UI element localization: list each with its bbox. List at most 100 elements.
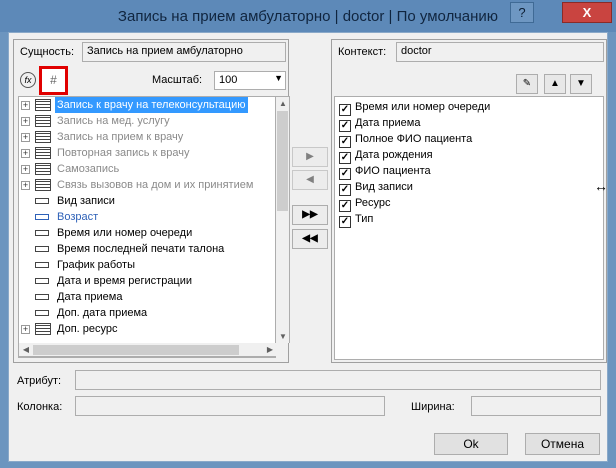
entity-icon (35, 163, 51, 175)
expand-icon[interactable]: + (21, 133, 30, 142)
column-field[interactable] (75, 396, 385, 416)
column-list-item[interactable]: ✓ Дата рождения (339, 147, 433, 164)
expand-icon[interactable]: + (21, 325, 30, 334)
attribute-icon (35, 198, 49, 204)
column-item-label: Дата рождения (355, 149, 433, 161)
tree-row-label: Вид записи (57, 195, 115, 207)
tree-horizontal-scrollbar[interactable]: ◀ ▶ (18, 343, 276, 357)
help-button[interactable]: ? (510, 2, 534, 23)
tree-row[interactable]: Возраст (19, 209, 275, 225)
column-list-item[interactable]: ✓ Полное ФИО пациента (339, 131, 473, 148)
attribute-label: Атрибут: (17, 375, 62, 387)
column-item-label: Время или номер очереди (355, 101, 491, 113)
attribute-field[interactable] (75, 370, 601, 390)
expand-icon[interactable]: + (21, 181, 30, 190)
column-item-label: ФИО пациента (355, 165, 431, 177)
context-panel: Контекст: doctor ✎ ▲ ▼ ✓ Время или номер … (331, 39, 607, 363)
tree-row-label: Самозапись (57, 163, 120, 175)
tree-row[interactable]: Вид записи (19, 193, 275, 209)
dialog-body: Сущность: Запись на прием амбулаторно fx… (8, 32, 608, 462)
expand-icon[interactable]: + (21, 165, 30, 174)
entity-icon (35, 131, 51, 143)
entity-icon (35, 147, 51, 159)
expand-icon[interactable]: + (21, 101, 30, 110)
scroll-up-icon[interactable]: ▲ (276, 97, 290, 111)
tree-row-label: Запись на мед. услугу (57, 115, 170, 127)
tree-row[interactable]: График работы (19, 257, 275, 273)
tree-row[interactable]: + Связь вызовов на дом и их принятием (19, 177, 275, 193)
mouse-cursor-icon: ↔ (594, 178, 608, 194)
tree-row[interactable]: Доп. дата приема (19, 305, 275, 321)
ok-button[interactable]: Ok (434, 433, 508, 455)
context-label: Контекст: (338, 46, 387, 58)
move-all-right-button[interactable]: ▶▶ (292, 205, 328, 225)
column-list-item[interactable]: ✓ Тип (339, 211, 373, 228)
width-field[interactable] (471, 396, 601, 416)
expand-icon[interactable]: + (21, 117, 30, 126)
attribute-icon (35, 278, 49, 284)
attribute-icon (35, 262, 49, 268)
attribute-icon (35, 310, 49, 316)
tree-row-label: Время последней печати талона (57, 243, 225, 255)
attribute-icon (35, 230, 49, 236)
column-list-item[interactable]: ✓ Дата приема (339, 115, 421, 132)
tree-row[interactable]: + Повторная запись к врачу (19, 145, 275, 161)
tree-row-label: Дата приема (57, 291, 123, 303)
tree-row-label: Запись на прием к врачу (57, 131, 184, 143)
tree-row[interactable]: Дата и время регистрации (19, 273, 275, 289)
tree-vertical-scrollbar[interactable]: ▲ ▼ (276, 96, 290, 343)
column-list-item[interactable]: ✓ Ресурс (339, 195, 390, 212)
move-down-button[interactable]: ▼ (570, 74, 592, 94)
tree-row-label: Дата и время регистрации (57, 275, 193, 287)
entity-panel: Сущность: Запись на прием амбулаторно fx… (13, 39, 290, 363)
vertical-scroll-thumb[interactable] (277, 111, 288, 211)
entity-tree[interactable]: + Запись к врачу на телеконсультацию + Запи… (18, 96, 276, 358)
column-item-label: Дата приема (355, 117, 421, 129)
column-item-label: Полное ФИО пациента (355, 133, 473, 145)
tree-row[interactable]: Время или номер очереди (19, 225, 275, 241)
tree-row[interactable]: Дата приема (19, 289, 275, 305)
column-list[interactable]: ✓ Время или номер очереди ✓ Дата приема ✓ Пол… (334, 96, 604, 360)
attribute-icon (35, 214, 49, 220)
attribute-icon (35, 294, 49, 300)
function-icon[interactable]: fx (20, 72, 36, 88)
move-up-button[interactable]: ▲ (544, 74, 566, 94)
entity-icon (35, 179, 51, 191)
grid-toggle-button[interactable]: # (39, 66, 68, 95)
tree-row-label: Запись к врачу на телеконсультацию (55, 97, 248, 113)
entity-label: Сущность: (20, 46, 75, 58)
column-list-item[interactable]: ✓ Вид записи (339, 179, 413, 196)
tree-row[interactable]: + Запись на мед. услугу (19, 113, 275, 129)
dialog-window: Запись на прием амбулаторно | doctor | П… (0, 0, 616, 468)
tree-row-label: График работы (57, 259, 135, 271)
move-left-button[interactable]: ◀ (292, 170, 328, 190)
tree-row-label: Доп. ресурс (57, 323, 118, 335)
expand-icon[interactable]: + (21, 149, 30, 158)
move-all-left-button[interactable]: ◀◀ (292, 229, 328, 249)
column-list-item[interactable]: ✓ ФИО пациента (339, 163, 431, 180)
horizontal-scroll-thumb[interactable] (33, 345, 239, 355)
tree-row[interactable]: Время последней печати талона (19, 241, 275, 257)
tree-row[interactable]: + Запись к врачу на телеконсультацию (19, 97, 275, 113)
scroll-left-icon[interactable]: ◀ (19, 343, 33, 357)
column-checkbox[interactable]: ✓ (339, 216, 351, 228)
title-bar: Запись на прием амбулаторно | doctor | П… (0, 0, 616, 32)
column-list-item[interactable]: ✓ Время или номер очереди (339, 99, 491, 116)
tree-row-label: Доп. дата приема (57, 307, 148, 319)
edit-icon[interactable]: ✎ (516, 74, 538, 94)
tree-row-label: Возраст (57, 211, 99, 223)
cancel-button[interactable]: Отмена (525, 433, 600, 455)
entity-icon (35, 115, 51, 127)
move-right-button[interactable]: ▶ (292, 147, 328, 167)
context-field: doctor (396, 42, 604, 62)
entity-field: Запись на прием амбулаторно (82, 42, 286, 62)
tree-row[interactable]: + Самозапись (19, 161, 275, 177)
scroll-down-icon[interactable]: ▼ (276, 330, 290, 344)
scroll-right-icon[interactable]: ▶ (263, 343, 277, 357)
attribute-icon (35, 246, 49, 252)
scale-select[interactable]: 100 ▼ (214, 71, 286, 90)
close-button[interactable]: X (562, 2, 612, 23)
tree-row[interactable]: + Запись на прием к врачу (19, 129, 275, 145)
entity-icon (35, 323, 51, 335)
tree-row[interactable]: + Доп. ресурс (19, 321, 275, 337)
